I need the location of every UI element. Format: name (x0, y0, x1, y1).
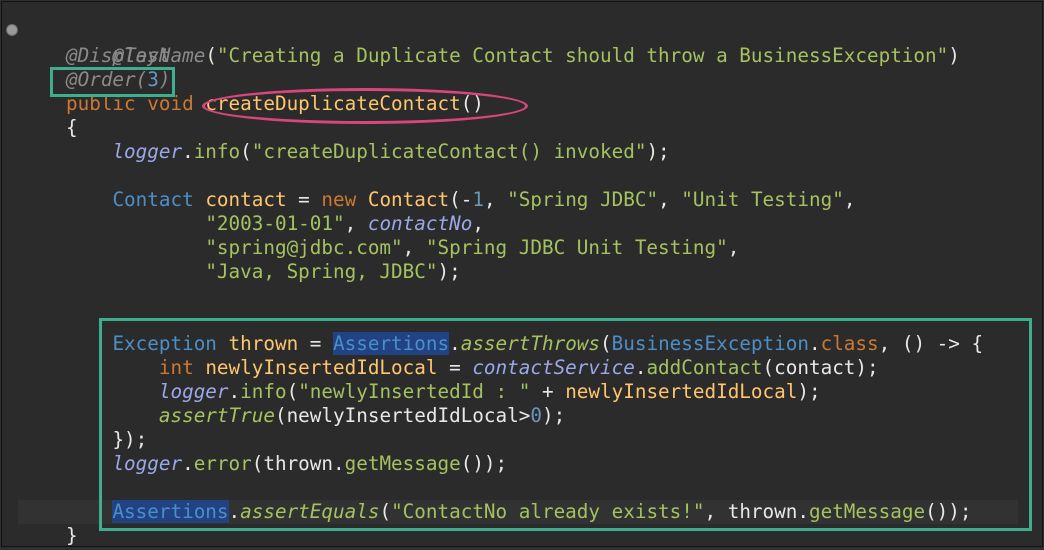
brace-open: { (66, 116, 78, 139)
display-name-string: "Creating a Duplicate Contact should thr… (216, 44, 949, 67)
code-line-22[interactable]: } (66, 524, 78, 548)
assertion-block-highlight-box (99, 318, 1032, 531)
string-spring-jdbc: "Spring JDBC" (507, 188, 659, 211)
paren: ); (646, 140, 670, 163)
ctor-number: 1 (472, 188, 484, 211)
code-line-5[interactable]: { (66, 116, 78, 140)
breakpoint-marker-icon[interactable] (6, 24, 18, 36)
code-line-10[interactable]: "spring@jdbc.com", "Spring JDBC Unit Tes… (66, 236, 739, 260)
field-contact-no: contactNo (367, 212, 473, 235)
string-tags: "Java, Spring, JDBC" (205, 260, 438, 283)
comma: , (727, 236, 740, 259)
code-line-6[interactable]: logger.info("createDuplicateContact() in… (66, 140, 670, 164)
comma: , (843, 188, 856, 211)
comma: , (472, 212, 484, 235)
comma: , (402, 236, 426, 259)
string-date: "2003-01-01" (205, 212, 345, 235)
string-email: "spring@jdbc.com" (205, 236, 403, 259)
logger-field: logger (112, 140, 183, 163)
paren: ) (948, 44, 960, 67)
string-unit-testing: "Unit Testing" (681, 188, 844, 211)
code-line-11[interactable]: "Java, Spring, JDBC"); (66, 260, 461, 284)
code-line-8[interactable]: Contact contact = new Contact(-1, "Sprin… (66, 188, 855, 212)
equals: = (286, 188, 322, 211)
info-call: info (193, 140, 241, 163)
dot: . (182, 140, 194, 163)
string-spring-unit: "Spring JDBC Unit Testing" (425, 236, 728, 259)
ctor-contact: Contact (367, 188, 450, 211)
comma: , (483, 188, 508, 211)
paren: ( (240, 140, 252, 163)
type-contact: Contact (112, 188, 194, 211)
comma: , (658, 188, 682, 211)
code-line-9[interactable]: "2003-01-01", contactNo, (66, 212, 484, 236)
brace-close: } (66, 524, 78, 547)
method-name-highlight-oval (202, 88, 528, 124)
paren: ); (437, 260, 461, 283)
var-contact: contact (205, 188, 287, 211)
order-annotation-highlight-box (50, 67, 175, 97)
paren: ( (205, 44, 217, 67)
comma: , (344, 212, 368, 235)
keyword-new: new (321, 188, 357, 211)
code-line-2[interactable]: @DisplayName("Creating a Duplicate Conta… (66, 44, 960, 68)
log-string: "createDuplicateContact() invoked" (251, 140, 647, 163)
code-line-1[interactable]: @Test (66, 20, 170, 67)
paren: (- (449, 188, 473, 211)
annotation-display-name: @DisplayName (66, 44, 206, 67)
code-editor[interactable]: @Test @DisplayName("Creating a Duplicate… (1, 1, 1043, 548)
